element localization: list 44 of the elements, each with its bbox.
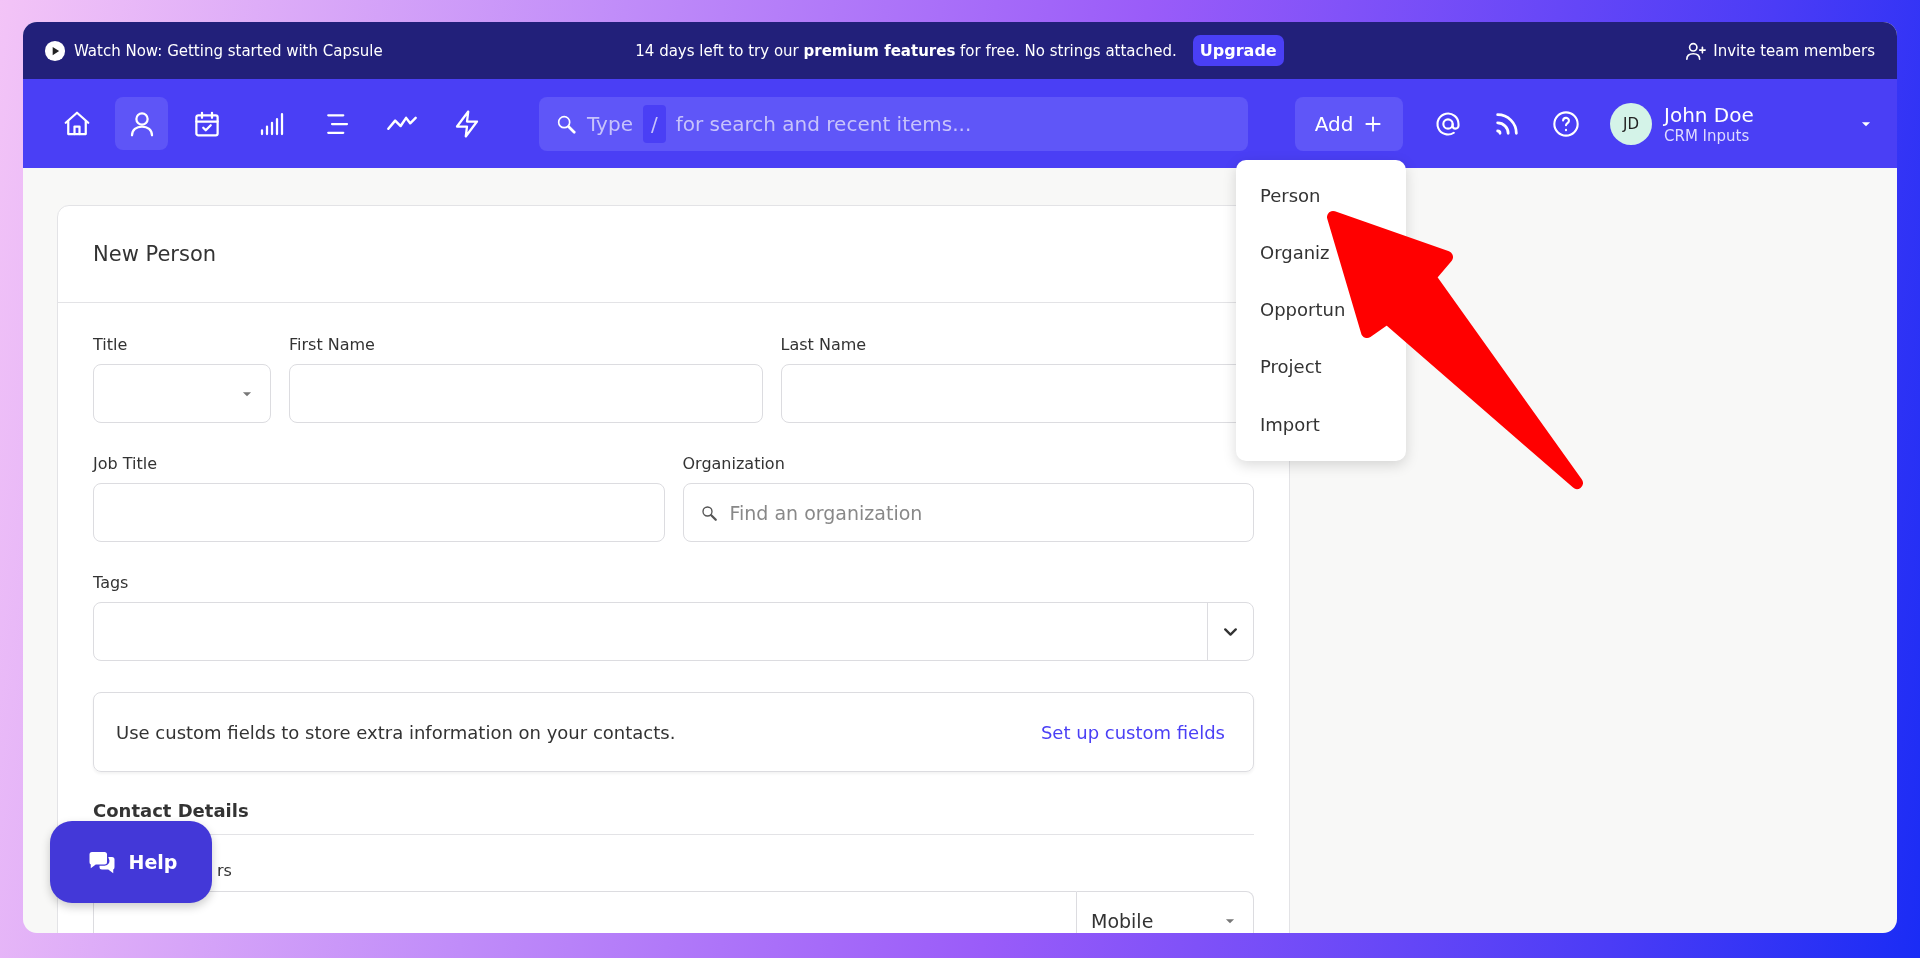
menu-item[interactable]: Person	[1260, 184, 1321, 207]
help-button[interactable]: Help	[50, 821, 212, 903]
menu-item[interactable]: Import	[1260, 413, 1320, 436]
menu-item[interactable]: Opportun	[1260, 298, 1346, 321]
trend-icon	[386, 115, 417, 132]
menu-item[interactable]: Project	[1260, 355, 1322, 378]
upgrade-button[interactable]: Upgrade	[1192, 35, 1284, 66]
menu-item[interactable]: Organiz	[1260, 241, 1330, 264]
search-field[interactable]: Find an organization	[682, 483, 1254, 542]
user-avatar: JD	[1610, 102, 1652, 145]
field-label: Last Name	[780, 335, 868, 355]
field-label: First Name	[289, 335, 376, 355]
field-label: Organization	[682, 454, 786, 474]
field-label: Title	[93, 335, 129, 355]
field-label: rs	[217, 861, 233, 881]
trial-message: 14 days left to try our premium features for free. No strings attached.	[635, 41, 1177, 60]
play-icon	[44, 39, 66, 62]
search-placeholder: for search and recent items...	[675, 111, 972, 136]
tags-field[interactable]	[93, 602, 1254, 661]
chevron-down-icon	[1224, 627, 1237, 636]
custom-fields-link[interactable]: Set up custom fields	[1040, 721, 1225, 743]
search-placeholder: Type	[587, 111, 633, 136]
info-text: Use custom fields to store extra information on your contacts.	[116, 721, 676, 743]
mention-icon	[1433, 109, 1462, 138]
section-title: Contact Details	[93, 800, 250, 822]
search-icon	[699, 503, 718, 522]
video-link[interactable]: Watch Now: Getting started with Capsule	[74, 41, 383, 60]
text-field[interactable]	[93, 483, 665, 542]
text-field[interactable]	[289, 364, 763, 423]
help-icon	[1551, 109, 1580, 138]
phone-type-select[interactable]: Mobile	[1077, 891, 1254, 933]
add-button[interactable]: Add	[1295, 96, 1403, 151]
invite-link[interactable]: Invite team members	[1455, 39, 1875, 62]
shortcut-key: /	[642, 104, 666, 143]
field-label: Job Title	[93, 454, 159, 474]
select-field[interactable]	[93, 364, 271, 423]
field-label: Tags	[93, 573, 130, 593]
user-menu[interactable]: JD John Doe CRM Inputs	[1610, 102, 1897, 145]
user-name: John Doe	[1664, 102, 1755, 127]
nav-person-button[interactable]	[115, 97, 168, 150]
form-title: New Person	[93, 242, 217, 266]
account-name: CRM Inputs	[1664, 126, 1751, 145]
phone-field[interactable]	[93, 891, 1077, 933]
search-field[interactable]: Type / for search and recent items...	[539, 96, 1248, 151]
